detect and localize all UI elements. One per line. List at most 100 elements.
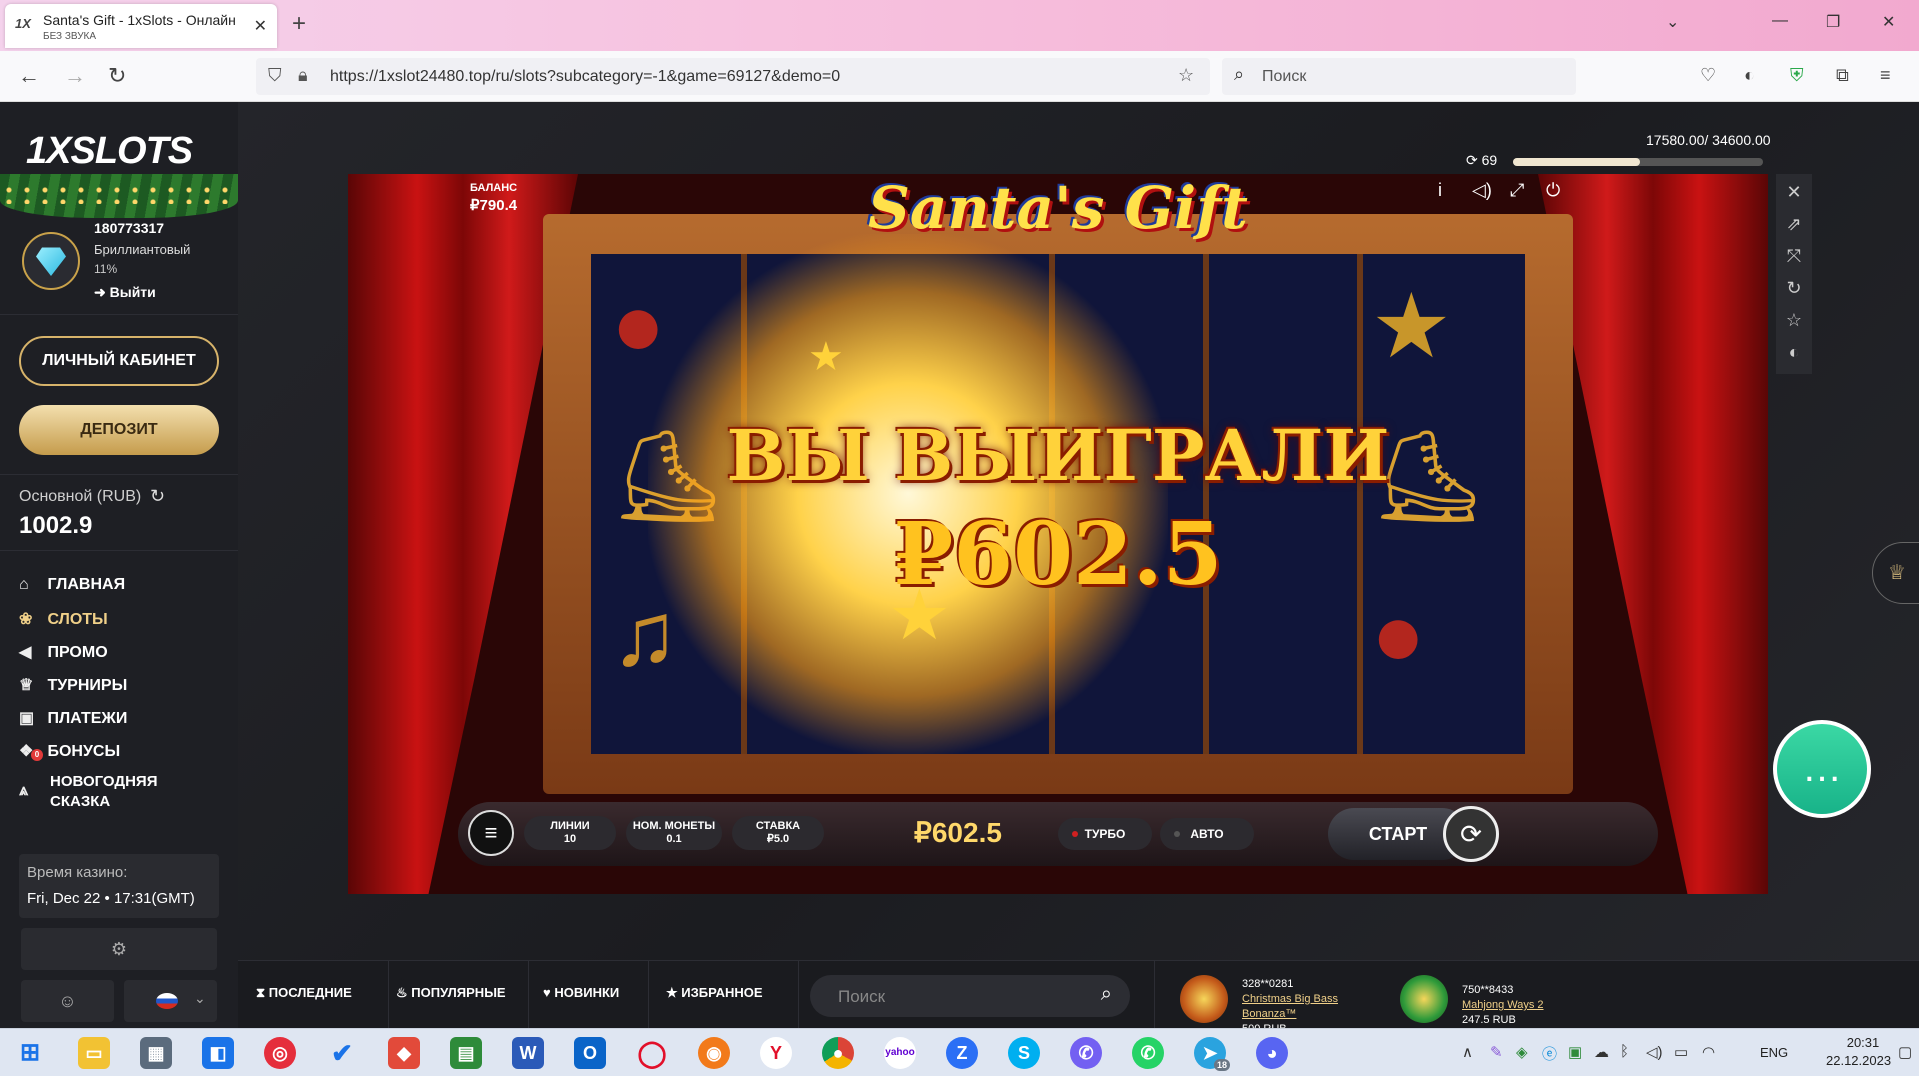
keyboard-language[interactable]: ENG	[1760, 1045, 1788, 1060]
clock-date[interactable]: 22.12.2023	[1826, 1053, 1891, 1068]
bet-control[interactable]: СТАВКА ₽5.0	[732, 816, 824, 850]
adblock-shield-icon[interactable]: ⛨	[1790, 65, 1804, 86]
spin-button[interactable]: ⟳	[1443, 806, 1499, 862]
site-logo[interactable]: 1XSLOTS	[26, 130, 193, 173]
share-icon[interactable]: ⇗	[1776, 206, 1812, 242]
support-chat-button[interactable]: …	[1773, 720, 1871, 818]
language-selector[interactable]: ⌄	[124, 980, 217, 1022]
reload-icon[interactable]: ↻	[108, 63, 126, 89]
tab-recent[interactable]: ⧗ ПОСЛЕДНИЕ	[256, 985, 352, 1001]
volume-icon[interactable]: ◁)	[1646, 1043, 1663, 1061]
minimize-window-icon[interactable]: —	[1772, 12, 1788, 30]
sidebar-item-label-line2[interactable]: СКАЗКА	[50, 792, 110, 812]
discord-icon[interactable]: ◕	[1256, 1037, 1288, 1069]
outlook-icon[interactable]: O	[574, 1037, 606, 1069]
coin-value-control[interactable]: НОМ. МОНЕТЫ 0.1	[626, 816, 722, 850]
viber-icon[interactable]: ✆	[1070, 1037, 1102, 1069]
address-bar[interactable]: ⛉ 🔒︎ https://1xslot24480.top/ru/slots?su…	[256, 58, 1210, 95]
winner-game-link-line2[interactable]: Bonanza™	[1242, 1007, 1338, 1022]
winner-game-thumbnail[interactable]	[1180, 975, 1228, 1023]
calculator-icon[interactable]: ▦	[140, 1037, 172, 1069]
file-explorer-icon[interactable]: ▭	[78, 1037, 110, 1069]
close-game-icon[interactable]: ✕	[1776, 174, 1812, 210]
lock-icon[interactable]: 🔒︎	[298, 65, 308, 86]
info-icon[interactable]: i	[1438, 180, 1442, 201]
anydesk-icon[interactable]: ◆	[388, 1037, 420, 1069]
fullscreen-icon[interactable]: ⤢	[1510, 180, 1524, 201]
skype-icon[interactable]: S	[1008, 1037, 1040, 1069]
firefox-icon[interactable]: ◉	[698, 1037, 730, 1069]
lines-control[interactable]: ЛИНИИ 10	[524, 816, 616, 850]
sidebar-item-label-line1[interactable]: НОВОГОДНЯЯ	[50, 772, 157, 792]
auto-toggle[interactable]: АВТО	[1160, 818, 1254, 850]
sidebar-item-slots[interactable]: ❀ СЛОТЫ	[19, 609, 108, 629]
yandex-browser-icon[interactable]: Y	[760, 1037, 792, 1069]
windows-start-icon[interactable]: ⊞	[14, 1037, 46, 1069]
pocket-icon[interactable]: ♡	[1700, 65, 1716, 86]
todo-check-icon[interactable]: ✔	[326, 1037, 358, 1069]
shield-icon[interactable]: ⛉	[268, 65, 282, 86]
winner-game-link[interactable]: Mahjong Ways 2	[1462, 998, 1544, 1013]
profile-avatar-icon[interactable]: ◐	[1744, 65, 1755, 86]
games-search-input[interactable]: Поиск ⌕	[810, 975, 1130, 1017]
sidebar-item-bonuses[interactable]: ❖ БОНУСЫ 0	[19, 741, 120, 761]
android-app-button[interactable]: ⚙	[21, 928, 217, 970]
close-tab-icon[interactable]: ✕	[254, 16, 267, 36]
expand-icon[interactable]: ⤧	[1776, 238, 1812, 274]
turbo-toggle[interactable]: ТУРБО	[1058, 818, 1152, 850]
tray-overflow-chevron-icon[interactable]: ∧	[1462, 1043, 1473, 1061]
restore-window-icon[interactable]: ❐	[1826, 12, 1840, 32]
sidebar-item-promo[interactable]: ◀ ПРОМО	[19, 642, 108, 662]
clock-time[interactable]: 20:31	[1834, 1035, 1892, 1050]
list-tabs-chevron-icon[interactable]: ⌄	[1666, 12, 1679, 32]
sound-icon[interactable]: ◁)	[1472, 180, 1492, 201]
url-text[interactable]: https://1xslot24480.top/ru/slots?subcate…	[330, 68, 840, 86]
opera-icon[interactable]: ◯	[636, 1037, 668, 1069]
deposit-button[interactable]: ДЕПОЗИТ	[19, 405, 219, 455]
slot-game-canvas[interactable]: ● ⛸ ♫ ★ ⛸ ● ★ ★ Santa's Gift БАЛАНС ₽790…	[348, 174, 1768, 894]
search-icon[interactable]: ⌕	[1101, 983, 1112, 1006]
close-window-icon[interactable]: ✕	[1882, 12, 1895, 32]
winner-game-link[interactable]: Christmas Big Bass	[1242, 992, 1338, 1007]
tray-monitor-icon[interactable]: ▣	[1568, 1043, 1582, 1061]
tab-muted-label[interactable]: БЕЗ ЗВУКА	[43, 31, 96, 42]
battery-icon[interactable]: ▭	[1674, 1043, 1688, 1061]
desktop-app-icon[interactable]: ◧	[202, 1037, 234, 1069]
chrome-icon[interactable]: ●	[822, 1037, 854, 1069]
sidebar-item-new-year[interactable]: ⩓	[19, 782, 43, 800]
toggle-switch-icon[interactable]: ◐	[1776, 334, 1812, 370]
refresh-balance-icon[interactable]: ↻	[150, 486, 165, 507]
tray-e-icon[interactable]: ⓔ	[1542, 1043, 1557, 1064]
personal-cabinet-button[interactable]: ЛИЧНЫЙ КАБИНЕТ	[19, 336, 219, 386]
game-menu-button[interactable]: ≡	[468, 810, 514, 856]
lastpass-icon[interactable]: ◎	[264, 1037, 296, 1069]
tray-cloud-icon[interactable]: ☁	[1594, 1043, 1609, 1061]
tray-app-icon[interactable]: ◈	[1516, 1043, 1528, 1061]
back-arrow-icon[interactable]: ←	[18, 63, 40, 89]
tab-new[interactable]: ♥ НОВИНКИ	[543, 985, 619, 1000]
favorite-star-icon[interactable]: ☆	[1776, 302, 1812, 338]
tournament-trophy-tab[interactable]: ♕	[1872, 542, 1919, 604]
wifi-icon[interactable]: ◠	[1702, 1043, 1715, 1061]
telegram-icon[interactable]: ➤ 18	[1194, 1037, 1230, 1071]
winner-game-thumbnail[interactable]	[1400, 975, 1448, 1023]
new-tab-icon[interactable]: +	[292, 10, 306, 38]
sidebar-item-payments[interactable]: ▣ ПЛАТЕЖИ	[19, 708, 127, 728]
yahoo-icon[interactable]: yahoo	[884, 1037, 916, 1069]
zoom-icon[interactable]: Z	[946, 1037, 978, 1069]
browser-tab[interactable]: 1X Santa's Gift - 1xSlots - Онлайн БЕЗ З…	[5, 4, 277, 48]
bluetooth-icon[interactable]: ᛒ	[1620, 1043, 1629, 1060]
sidebar-item-home[interactable]: ⌂ ГЛАВНАЯ	[19, 576, 125, 594]
notifications-icon[interactable]: ▢	[1898, 1043, 1912, 1061]
support-user-button[interactable]: ☺	[21, 980, 114, 1022]
extensions-puzzle-icon[interactable]: ⧉	[1836, 65, 1849, 86]
forward-arrow-icon[interactable]: →	[64, 63, 86, 89]
word-icon[interactable]: W	[512, 1037, 544, 1069]
tray-pen-icon[interactable]: ✎	[1490, 1043, 1503, 1061]
tab-popular[interactable]: ♨ ПОПУЛЯРНЫЕ	[396, 985, 506, 1001]
reload-game-icon[interactable]: ↻	[1776, 270, 1812, 306]
spreadsheet-icon[interactable]: ▤	[450, 1037, 482, 1069]
power-icon[interactable]: ⏻	[1546, 180, 1560, 201]
tab-favorites[interactable]: ★ ИЗБРАННОЕ	[666, 985, 763, 1001]
logout-link[interactable]: ➜ Выйти	[94, 284, 156, 301]
